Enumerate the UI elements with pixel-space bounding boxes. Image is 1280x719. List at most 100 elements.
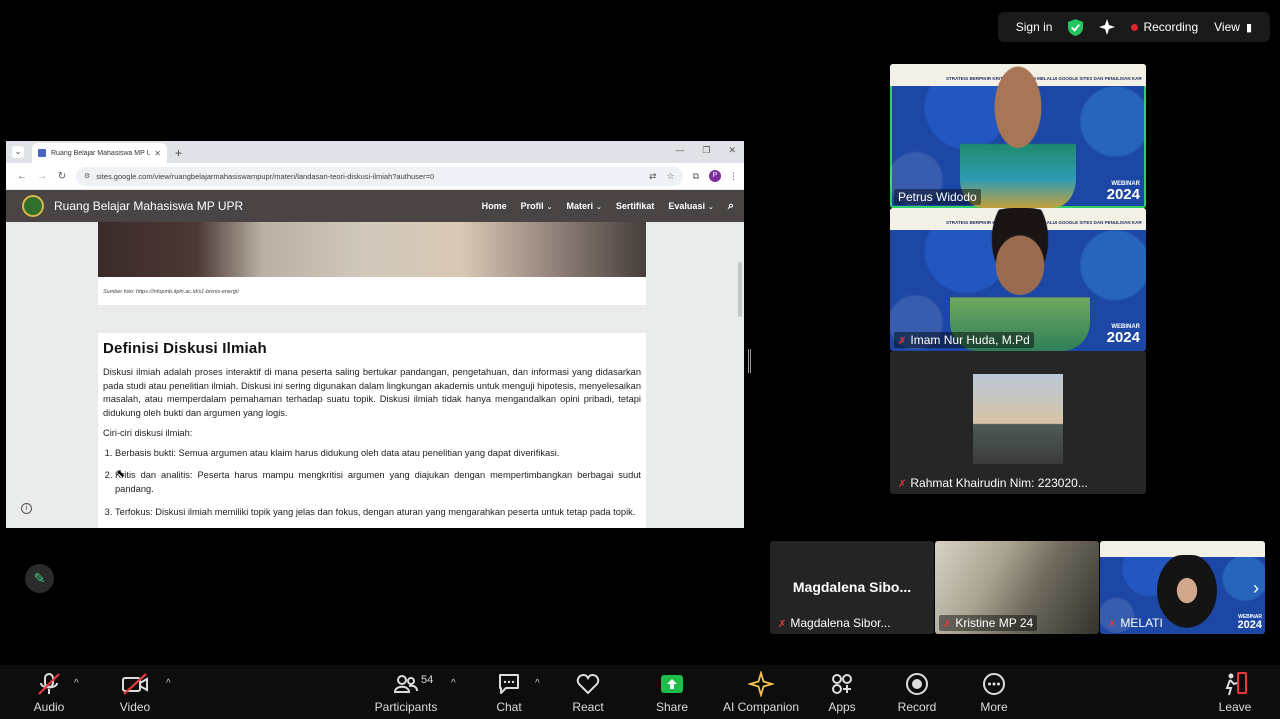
audio-options-caret-icon[interactable]: ^ [74,678,79,689]
list-item: Berbasis bukti: Semua argumen atau klaim… [115,447,641,461]
bookmark-star-icon[interactable]: ☆ [666,171,674,182]
participant-name-label: ✗ MELATI [1104,615,1167,631]
forward-arrow-icon[interactable]: → [32,171,52,182]
more-label: More [980,700,1008,714]
nav-sertifikat[interactable]: Sertifikat [616,201,655,211]
more-button[interactable]: More [974,671,1014,714]
strip-tile-melati[interactable]: WEBINAR 2024 ✗ MELATI [1100,541,1265,634]
react-label: React [572,700,604,714]
site-header: Ruang Belajar Mahasiswa MP UPR Home Prof… [6,190,744,222]
record-label: Record [897,700,937,714]
muted-mic-icon: ✗ [898,336,907,347]
nav-evaluasi[interactable]: Evaluasi ⌄ [668,201,713,211]
browser-tab[interactable]: Ruang Belajar Mahasiswa MP UPR ✕ [32,143,167,163]
article-photo [98,222,646,277]
university-logo[interactable] [22,195,44,217]
participant-video-feed [950,208,1090,351]
translate-icon[interactable]: ⇄ [649,171,657,182]
video-options-caret-icon[interactable]: ^ [166,678,171,689]
restore-icon[interactable]: ❐ [702,145,710,156]
strip-tile-kristine[interactable]: ✗ Kristine MP 24 [935,541,1099,634]
annotate-pencil-icon[interactable]: ✎ [25,564,54,593]
record-button[interactable]: Record [896,671,938,714]
chat-options-caret-icon[interactable]: ^ [535,678,540,689]
back-arrow-icon[interactable]: ← [12,171,32,182]
browser-menu-icon[interactable]: ⋮ [729,171,738,182]
audio-button[interactable]: Audio [29,671,69,714]
grid-view-icon: ▮ [1245,21,1252,34]
react-button[interactable]: React [568,671,608,714]
nav-label: Profil [520,201,544,211]
info-icon[interactable]: i [21,503,32,514]
tab-search-icon[interactable]: ⌄ [12,146,24,158]
url-field[interactable]: ⚙ sites.google.com/view/ruangbelajarmaha… [76,166,683,186]
close-window-icon[interactable]: ✕ [728,145,736,156]
video-off-icon [115,671,155,699]
participants-options-caret-icon[interactable]: ^ [451,678,456,689]
site-info-icon[interactable]: ⚙ [84,172,90,180]
apps-icon [822,671,862,699]
share-screen-icon [652,671,692,699]
nav-materi[interactable]: Materi ⌄ [567,201,602,211]
window-controls: — ❐ ✕ [675,145,736,156]
url-text: sites.google.com/view/ruangbelajarmahasi… [96,171,435,181]
participant-name-label: ✗ Magdalena Sibor... [774,615,894,631]
minimize-icon[interactable]: — [675,145,684,156]
video-tile-imam[interactable]: STRATEGI BERPIKIR KRITIS ... MASALAH MEL… [890,208,1146,351]
characteristics-list: Berbasis bukti: Semua argumen atau klaim… [103,447,641,520]
participant-photo [973,374,1063,464]
participant-name: Magdalena Sibor... [790,616,891,630]
chevron-right-icon[interactable]: › [1253,578,1259,599]
apps-label: Apps [828,700,856,714]
photo-caption: Sumber foto: https://infopmb.itpln.ac.id… [103,289,239,295]
participants-label: Participants [374,700,438,714]
participant-name-label: ✗ Rahmat Khairudin Nim: 223020... [894,475,1092,491]
participant-name: Imam Nur Huda, M.Pd [910,333,1030,347]
nav-label: Sertifikat [615,201,655,211]
extensions-icon[interactable]: ⧉ [693,171,699,182]
strip-tile-magdalena[interactable]: Magdalena Sibo... ✗ Magdalena Sibor... [770,541,934,634]
chat-button[interactable]: Chat [489,671,529,714]
share-button[interactable]: Share [652,671,692,714]
webinar-year: 2024 [1237,619,1262,631]
participant-name: MELATI [1120,616,1163,630]
profile-avatar[interactable]: P [709,170,721,182]
split-resize-handle[interactable] [748,349,751,373]
nav-profil[interactable]: Profil ⌄ [521,201,553,211]
meeting-toolbar: Audio ^ Video ^ Participants 54 ^ Chat ^… [0,665,1280,719]
webinar-year: 2024 [1106,329,1140,346]
ai-sparkle-icon[interactable] [1091,12,1123,42]
participant-name-label: Petrus Widodo [894,189,981,205]
share-label: Share [655,700,689,714]
participants-count: 54 [421,674,434,686]
leave-button[interactable]: Leave [1215,671,1255,714]
recording-indicator[interactable]: Recording [1123,12,1206,42]
page-scrollbar[interactable] [738,262,742,317]
meeting-top-bar: Sign in Recording View ▮ [997,12,1270,42]
chat-label: Chat [496,700,522,714]
site-title[interactable]: Ruang Belajar Mahasiswa MP UPR [54,199,243,213]
muted-mic-icon [29,671,69,699]
webinar-year: 2024 [1106,186,1140,203]
view-button[interactable]: View ▮ [1206,12,1260,42]
video-tile-petrus[interactable]: STRATEGI BERPIKIR KRITIS ... MASALAH MEL… [890,64,1146,208]
search-icon[interactable]: ⌕ [728,200,734,213]
reload-icon[interactable]: ↻ [52,171,72,182]
apps-button[interactable]: Apps [822,671,862,714]
security-shield-icon[interactable] [1060,12,1091,42]
new-tab-icon[interactable]: + [175,146,182,160]
participant-name: Kristine MP 24 [955,616,1034,630]
video-button[interactable]: Video [115,671,155,714]
participant-video-feed [960,64,1076,208]
video-tile-rahmat[interactable]: ✗ Rahmat Khairudin Nim: 223020... [890,351,1146,494]
ai-companion-button[interactable]: AI Companion [722,669,800,714]
muted-mic-icon: ✗ [898,479,907,490]
nav-home[interactable]: Home [482,201,507,211]
record-icon [896,671,938,699]
chevron-down-icon: ⌄ [546,204,553,211]
sign-in-button[interactable]: Sign in [1008,12,1061,42]
webinar-badge: WEBINAR 2024 [1107,181,1140,202]
audio-label: Audio [33,700,65,714]
muted-mic-icon: ✗ [1108,619,1117,630]
close-tab-icon[interactable]: ✕ [154,149,161,158]
